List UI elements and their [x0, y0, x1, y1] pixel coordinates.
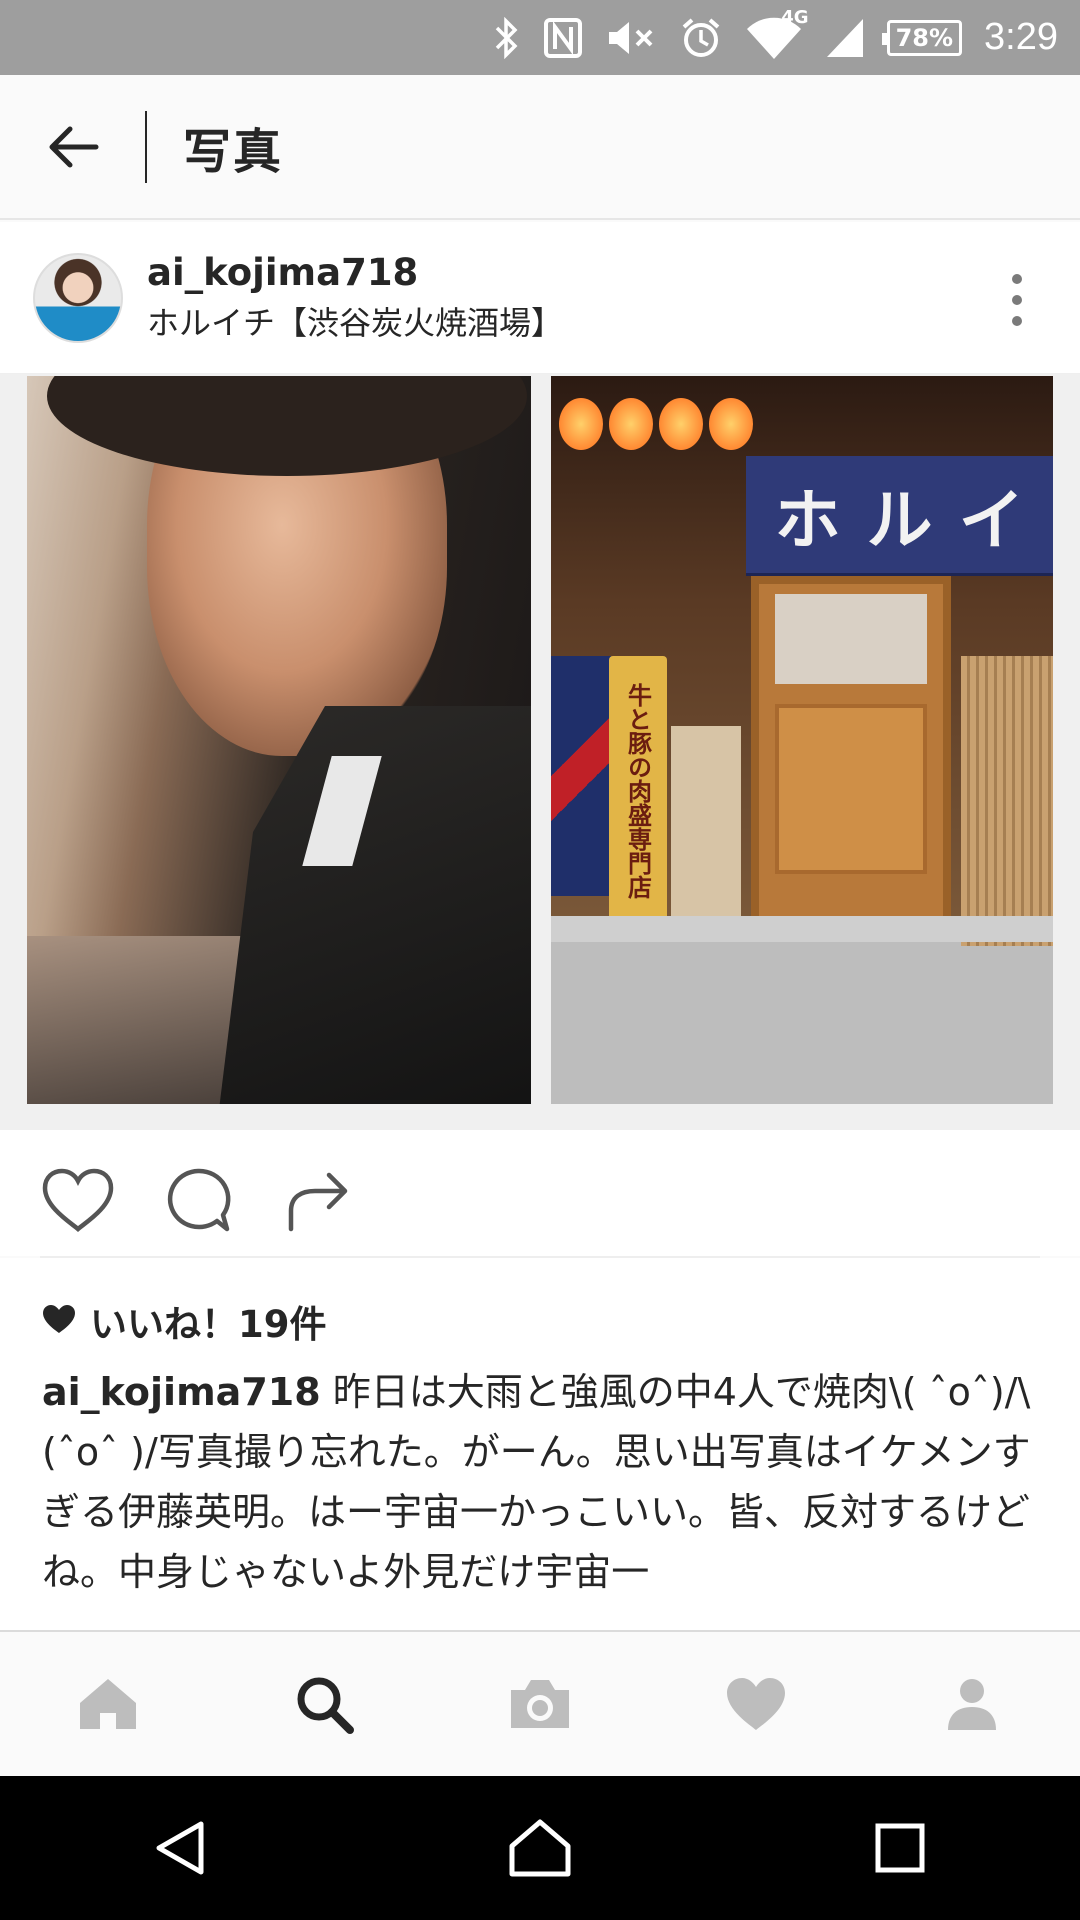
nav-camera[interactable]: [480, 1644, 600, 1764]
camera-icon: [511, 1680, 569, 1728]
battery-icon: 78%: [881, 19, 963, 56]
post-location[interactable]: ホルイチ【渋谷炭火焼酒場】: [147, 298, 563, 344]
nfc-icon: [543, 17, 583, 59]
nav-profile[interactable]: [912, 1644, 1032, 1764]
alarm-icon: [679, 16, 723, 60]
recents-square-icon: [875, 1823, 925, 1873]
title-bar: 写真: [0, 75, 1080, 220]
like-button[interactable]: [38, 1160, 118, 1240]
system-recents-button[interactable]: [840, 1788, 960, 1908]
post-caption-area: いいね！19件 ai_kojima718 昨日は大雨と強風の中4人で焼肉\( ˆ…: [0, 1258, 1080, 1630]
search-icon: [297, 1677, 354, 1734]
post-user-info: ai_kojima718 ホルイチ【渋谷炭火焼酒場】: [147, 251, 563, 344]
network-type: 4G: [781, 6, 809, 28]
activity-heart-icon: [727, 1678, 785, 1730]
comment-icon: [167, 1168, 231, 1232]
home-icon: [80, 1679, 136, 1729]
nav-search[interactable]: [264, 1644, 384, 1764]
noren-char: ホ: [774, 481, 841, 559]
clock: 3:29: [984, 16, 1058, 58]
share-icon: [288, 1172, 348, 1232]
caption-username[interactable]: ai_kojima718: [42, 1370, 321, 1414]
like-count-heart-icon: [42, 1304, 76, 1338]
back-arrow-icon: [49, 126, 98, 167]
share-button[interactable]: [278, 1160, 358, 1240]
mute-icon: [605, 17, 657, 59]
post-username[interactable]: ai_kojima718: [147, 251, 563, 294]
nav-activity[interactable]: [696, 1644, 816, 1764]
avatar[interactable]: [33, 252, 123, 343]
nav-home[interactable]: [48, 1644, 168, 1764]
shop-banner: 牛と豚の肉盛専門店: [609, 656, 667, 926]
bottom-navigation: [0, 1630, 1080, 1776]
noren-char: ル: [866, 481, 933, 559]
likes-count[interactable]: いいね！19件: [42, 1294, 1050, 1348]
system-home-button[interactable]: [480, 1788, 600, 1908]
noren-char: イ: [958, 481, 1025, 559]
profile-icon: [948, 1679, 996, 1730]
photo-portrait: [27, 376, 531, 1104]
home-circle-icon: [509, 1819, 571, 1877]
battery-level: 78%: [895, 23, 954, 52]
post-caption: ai_kojima718 昨日は大雨と強風の中4人で焼肉\( ˆoˆ)/\(ˆo…: [42, 1362, 1050, 1602]
post-photo[interactable]: ホ ル イ 牛と豚の肉盛専門店: [0, 374, 1080, 1130]
bluetooth-icon: [491, 16, 521, 59]
title-divider: [145, 110, 147, 183]
wifi-icon: 4G: [745, 7, 809, 61]
signal-icon: [825, 17, 865, 59]
more-options-icon[interactable]: [1012, 274, 1024, 326]
system-back-button[interactable]: [120, 1788, 240, 1908]
status-bar: 4G 78% 3:29: [0, 0, 1080, 75]
comment-button[interactable]: [158, 1160, 238, 1240]
back-button[interactable]: [0, 74, 145, 219]
heart-icon: [42, 1168, 114, 1232]
post-header: ai_kojima718 ホルイチ【渋谷炭火焼酒場】: [0, 222, 1080, 374]
post-actions: [0, 1130, 1080, 1256]
back-triangle-icon: [156, 1821, 204, 1875]
page-title: 写真: [183, 123, 284, 180]
likes-label: いいね！19件: [90, 1303, 327, 1346]
shop-noren: ホ ル イ: [746, 456, 1053, 576]
photo-restaurant: ホ ル イ 牛と豚の肉盛専門店: [551, 376, 1053, 1104]
system-navigation-bar: [0, 1776, 1080, 1920]
